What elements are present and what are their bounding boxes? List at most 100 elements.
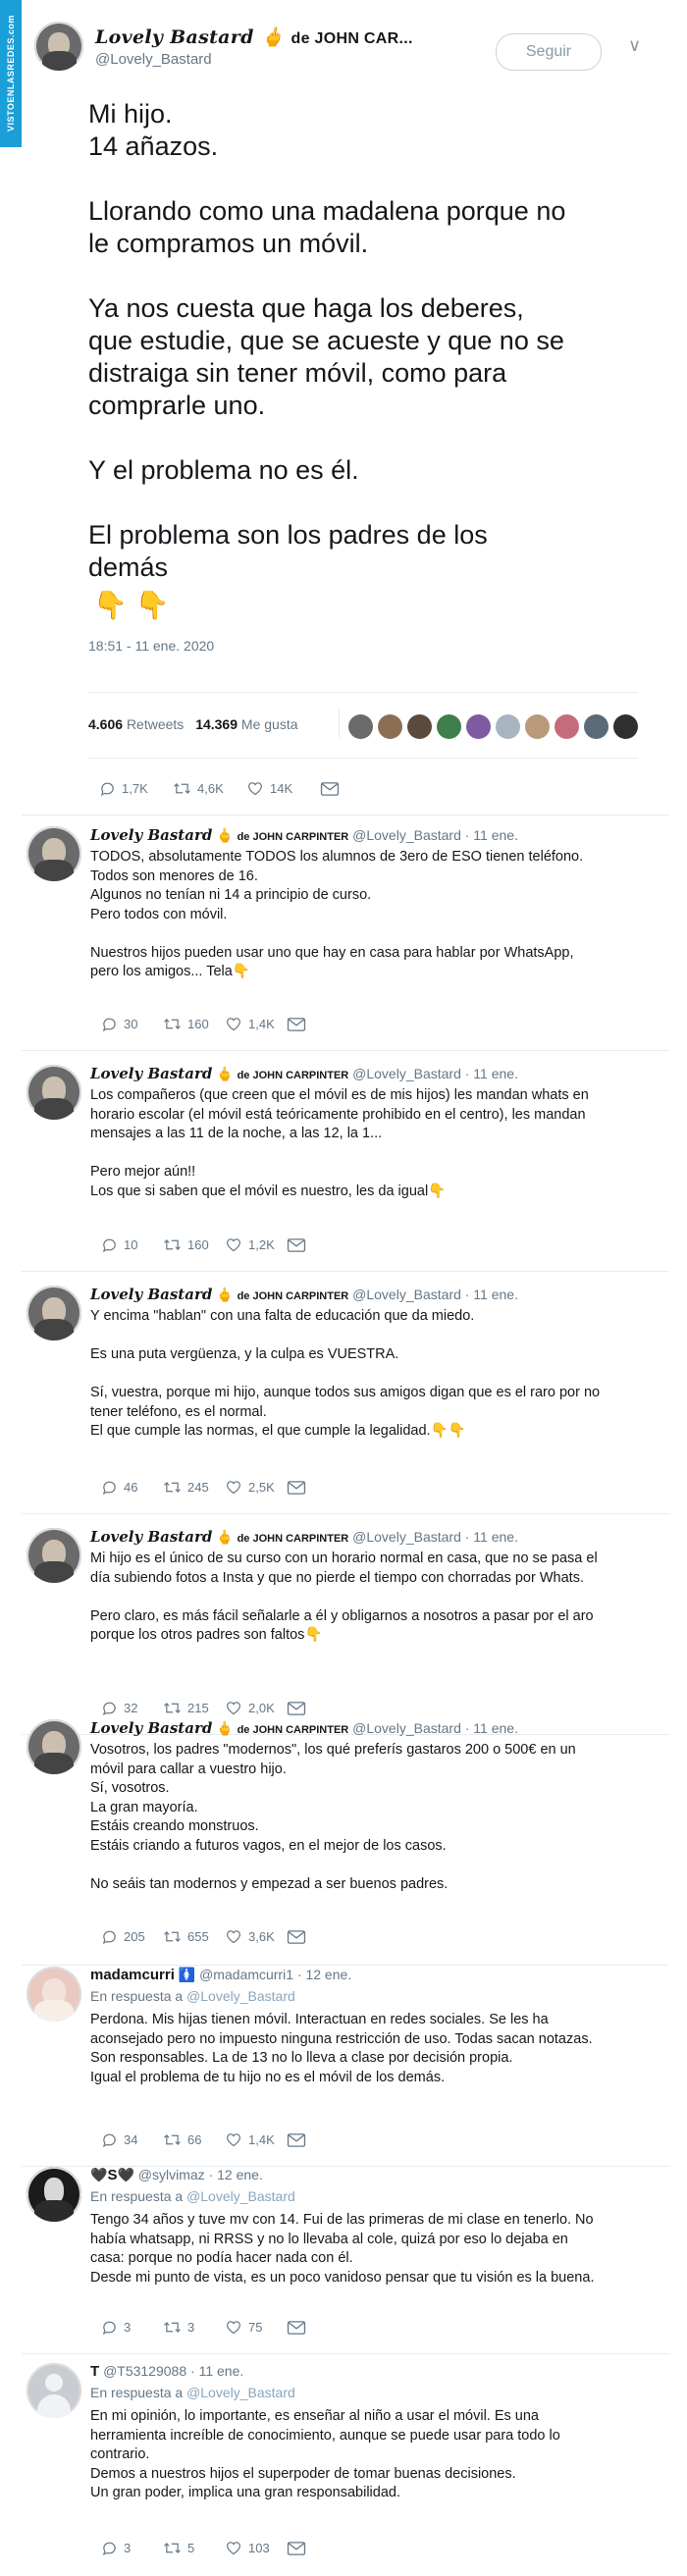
reply-button[interactable]: 1,7K — [93, 780, 148, 797]
reply-tweet[interactable]: Lovely Bastard 🖕 de JOHN CARPINTER @Love… — [22, 1065, 669, 1271]
reply-date[interactable]: · 11 ene. — [465, 827, 518, 843]
retweet-button[interactable]: 66 — [157, 2131, 201, 2148]
reply-author-handle[interactable]: @Lovely_Bastard — [352, 1720, 461, 1736]
reply-tweet[interactable]: Lovely Bastard 🖕 de JOHN CARPINTER @Love… — [22, 1719, 669, 1965]
like-button[interactable]: 75 — [219, 2319, 262, 2336]
follow-button[interactable]: Seguir — [496, 33, 602, 71]
reply-author-name[interactable]: Lovely Bastard — [90, 1719, 212, 1737]
reply-button[interactable]: 10 — [95, 1236, 137, 1253]
direct-message-button[interactable] — [281, 2131, 306, 2148]
direct-message-button[interactable] — [314, 780, 340, 797]
reply-tweet[interactable]: Lovely Bastard 🖕 de JOHN CARPINTER @Love… — [22, 1286, 669, 1513]
in-reply-to-handle[interactable]: @Lovely_Bastard — [186, 2188, 295, 2204]
author-avatar[interactable] — [34, 22, 83, 71]
reply-author-avatar[interactable] — [26, 1967, 81, 2022]
like-button[interactable]: 3,6K — [219, 1928, 275, 1945]
reply-tweet[interactable]: Lovely Bastard 🖕 de JOHN CARPINTER @Love… — [22, 1528, 669, 1734]
reply-tweet[interactable]: Lovely Bastard 🖕 de JOHN CARPINTER @Love… — [22, 826, 669, 1050]
retweet-button[interactable]: 655 — [157, 1928, 209, 1945]
liker-avatar[interactable] — [378, 714, 402, 739]
like-button[interactable]: 14K — [240, 780, 292, 797]
retweet-button[interactable]: 5 — [157, 2540, 194, 2556]
reply-date[interactable]: · 11 ene. — [190, 2363, 243, 2379]
like-button[interactable]: 2,0K — [219, 1700, 275, 1716]
reply-date[interactable]: · 12 ene. — [297, 1967, 351, 1982]
reply-button[interactable]: 34 — [95, 2131, 137, 2148]
direct-message-button[interactable] — [281, 1928, 306, 1945]
reply-tweet[interactable]: T @T53129088 · 11 ene. En respuesta a @Lo… — [22, 2363, 669, 2576]
retweet-button[interactable]: 215 — [157, 1700, 209, 1716]
reply-author-handle[interactable]: @Lovely_Bastard — [352, 1529, 461, 1545]
reply-author-name[interactable]: Lovely Bastard — [90, 1065, 212, 1082]
author-handle[interactable]: @Lovely_Bastard — [95, 51, 212, 68]
liker-avatar[interactable] — [348, 714, 373, 739]
like-button[interactable]: 103 — [219, 2540, 270, 2556]
reply-date[interactable]: · 11 ene. — [465, 1529, 518, 1545]
tweet-timestamp[interactable]: 18:51 - 11 ene. 2020 — [88, 638, 214, 654]
like-button[interactable]: 1,4K — [219, 2131, 275, 2148]
reply-author-name[interactable]: madamcurri — [90, 1967, 175, 1983]
reply-button[interactable]: 205 — [95, 1928, 145, 1945]
reply-date[interactable]: · 11 ene. — [465, 1066, 518, 1081]
liker-avatar[interactable] — [613, 714, 638, 739]
reply-author-handle[interactable]: @Lovely_Bastard — [352, 1066, 461, 1081]
direct-message-button[interactable] — [281, 1479, 306, 1496]
author-display-name[interactable]: Lovely Bastard — [95, 26, 254, 48]
direct-message-button[interactable] — [281, 1700, 306, 1716]
reply-button[interactable]: 32 — [95, 1700, 137, 1716]
reply-author-avatar[interactable] — [26, 1065, 81, 1120]
direct-message-button[interactable] — [281, 1016, 306, 1032]
in-reply-to-handle[interactable]: @Lovely_Bastard — [186, 2385, 295, 2400]
chevron-down-icon[interactable]: ∨ — [628, 35, 641, 56]
reply-author-handle[interactable]: @T53129088 — [103, 2363, 186, 2379]
liker-avatar[interactable] — [466, 714, 491, 739]
retweet-button[interactable]: 245 — [157, 1479, 209, 1496]
reply-author-avatar[interactable] — [26, 2363, 81, 2418]
reply-button[interactable]: 30 — [95, 1016, 137, 1032]
direct-message-button[interactable] — [281, 1236, 306, 1253]
like-count[interactable]: 14.369 — [195, 716, 238, 732]
liker-avatar[interactable] — [525, 714, 550, 739]
author-name[interactable]: Lovely Bastard 🖕 de JOHN CAR... — [95, 26, 413, 48]
reply-date[interactable]: · 12 ene. — [209, 2167, 263, 2182]
reply-author-handle[interactable]: @Lovely_Bastard — [352, 827, 461, 843]
reply-author-name[interactable]: S — [107, 2167, 117, 2183]
reply-author-name[interactable]: T — [90, 2363, 99, 2380]
liker-avatar[interactable] — [496, 714, 520, 739]
reply-tweet[interactable]: 🖤S🖤 @sylvimaz · 12 ene. En respuesta a @L… — [22, 2167, 669, 2353]
liker-avatar[interactable] — [407, 714, 432, 739]
reply-author-name[interactable]: Lovely Bastard — [90, 1528, 212, 1546]
reply-date[interactable]: · 11 ene. — [465, 1287, 518, 1302]
liker-avatar[interactable] — [555, 714, 579, 739]
reply-author-avatar[interactable] — [26, 2167, 81, 2222]
reply-button[interactable]: 3 — [95, 2319, 131, 2336]
direct-message-button[interactable] — [281, 2540, 306, 2556]
reply-author-avatar[interactable] — [26, 1286, 81, 1341]
like-label[interactable]: Me gusta — [241, 716, 298, 732]
reply-author-avatar[interactable] — [26, 1528, 81, 1583]
direct-message-button[interactable] — [281, 2319, 306, 2336]
retweet-label[interactable]: Retweets — [127, 716, 184, 732]
reply-author-handle[interactable]: @madamcurri1 — [199, 1967, 293, 1982]
retweet-button[interactable]: 3 — [157, 2319, 194, 2336]
reply-author-name[interactable]: Lovely Bastard — [90, 1286, 212, 1303]
reply-tweet[interactable]: madamcurri 🚺 @madamcurri1 · 12 ene. En re… — [22, 1967, 669, 2166]
like-button[interactable]: 1,2K — [219, 1236, 275, 1253]
retweet-button[interactable]: 160 — [157, 1236, 209, 1253]
reply-button[interactable]: 46 — [95, 1479, 137, 1496]
reply-author-handle[interactable]: @sylvimaz — [138, 2167, 205, 2182]
retweet-button[interactable]: 160 — [157, 1016, 209, 1032]
retweet-button[interactable]: 4,6K — [167, 780, 224, 797]
reply-author-name[interactable]: Lovely Bastard — [90, 826, 212, 844]
in-reply-to-handle[interactable]: @Lovely_Bastard — [186, 1988, 295, 2004]
reply-date[interactable]: · 11 ene. — [465, 1720, 518, 1736]
reply-author-handle[interactable]: @Lovely_Bastard — [352, 1287, 461, 1302]
like-button[interactable]: 2,5K — [219, 1479, 275, 1496]
reply-author-avatar[interactable] — [26, 826, 81, 881]
liker-avatar[interactable] — [584, 714, 608, 739]
retweet-count[interactable]: 4.606 — [88, 716, 123, 732]
reply-button[interactable]: 3 — [95, 2540, 131, 2556]
reply-author-avatar[interactable] — [26, 1719, 81, 1774]
like-button[interactable]: 1,4K — [219, 1016, 275, 1032]
liker-avatar[interactable] — [437, 714, 461, 739]
